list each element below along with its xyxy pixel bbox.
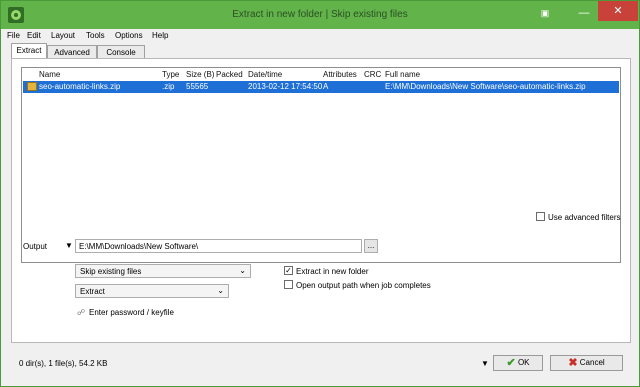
x-icon: ✖: [568, 357, 578, 369]
row-size: 55565: [186, 82, 209, 91]
action-select-value: Extract: [80, 287, 105, 296]
column-fullname[interactable]: Full name: [385, 70, 420, 79]
mode-select[interactable]: Skip existing files ⌄: [75, 264, 251, 278]
open-output-label: Open output path when job completes: [296, 281, 431, 290]
browse-button[interactable]: ...: [364, 239, 378, 253]
action-select[interactable]: Extract ⌄: [75, 284, 229, 298]
advanced-filters-checkbox[interactable]: [536, 212, 545, 221]
password-link[interactable]: Enter password / keyfile: [89, 308, 174, 317]
extract-panel: Name Type Size (B) Packed Date/time Attr…: [11, 58, 631, 343]
column-packed[interactable]: Packed: [216, 70, 243, 79]
column-type[interactable]: Type: [162, 70, 179, 79]
menu-edit[interactable]: Edit: [27, 31, 41, 40]
lock-icon: ☍: [77, 308, 86, 317]
column-name[interactable]: Name: [39, 70, 60, 79]
tab-advanced[interactable]: Advanced: [47, 45, 97, 59]
column-crc[interactable]: CRC: [364, 70, 381, 79]
mode-select-value: Skip existing files: [80, 267, 142, 276]
status-text: 0 dir(s), 1 file(s), 54.2 KB: [19, 359, 108, 368]
menu-tools[interactable]: Tools: [86, 31, 105, 40]
check-icon: ✔: [506, 357, 516, 369]
title-bar: Extract in new folder | Skip existing fi…: [1, 1, 639, 29]
advanced-filters-label: Use advanced filters: [548, 213, 621, 222]
menu-file[interactable]: File: [7, 31, 20, 40]
output-label: Output: [23, 242, 48, 251]
chevron-down-icon: ⌄: [217, 286, 224, 295]
row-type: .zip: [162, 82, 175, 91]
output-path-input[interactable]: E:\MM\Downloads\New Software\: [75, 239, 362, 253]
menu-bar: File Edit Layout Tools Options Help: [1, 29, 639, 43]
extract-new-folder-label: Extract in new folder: [296, 267, 369, 276]
row-attributes: A: [323, 82, 329, 91]
column-attributes[interactable]: Attributes: [323, 70, 357, 79]
table-row[interactable]: seo-automatic-links.zip .zip 55565 2013-…: [23, 81, 619, 93]
tab-console[interactable]: Console: [97, 45, 145, 59]
close-button[interactable]: ✕: [598, 1, 638, 21]
menu-options[interactable]: Options: [115, 31, 143, 40]
cancel-button[interactable]: ✖ Cancel: [550, 355, 623, 371]
chevron-down-icon[interactable]: ▼: [65, 241, 73, 250]
menu-layout[interactable]: Layout: [51, 31, 75, 40]
menu-help[interactable]: Help: [152, 31, 168, 40]
column-datetime[interactable]: Date/time: [248, 70, 282, 79]
extract-new-folder-checkbox[interactable]: ✓: [284, 266, 293, 275]
status-bar: 0 dir(s), 1 file(s), 54.2 KB ▼ ✔ OK ✖ Ca…: [1, 348, 639, 386]
row-name: seo-automatic-links.zip: [39, 82, 121, 91]
open-output-checkbox[interactable]: [284, 280, 293, 289]
pin-icon[interactable]: ▣: [538, 4, 552, 22]
ok-button[interactable]: ✔ OK: [493, 355, 543, 371]
app-window: Extract in new folder | Skip existing fi…: [0, 0, 640, 387]
row-fullname: E:\MM\Downloads\New Software\seo-automat…: [385, 82, 586, 91]
chevron-down-icon[interactable]: ▼: [481, 359, 489, 368]
zip-file-icon: [27, 82, 37, 91]
ok-label: OK: [517, 358, 530, 368]
column-size[interactable]: Size (B): [186, 70, 214, 79]
tab-extract[interactable]: Extract: [11, 43, 47, 59]
cancel-label: Cancel: [579, 358, 605, 368]
chevron-down-icon: ⌄: [239, 266, 246, 275]
file-list[interactable]: Name Type Size (B) Packed Date/time Attr…: [21, 67, 621, 263]
row-datetime: 2013-02-12 17:54:50: [248, 82, 323, 91]
minimize-button[interactable]: —: [577, 4, 591, 22]
